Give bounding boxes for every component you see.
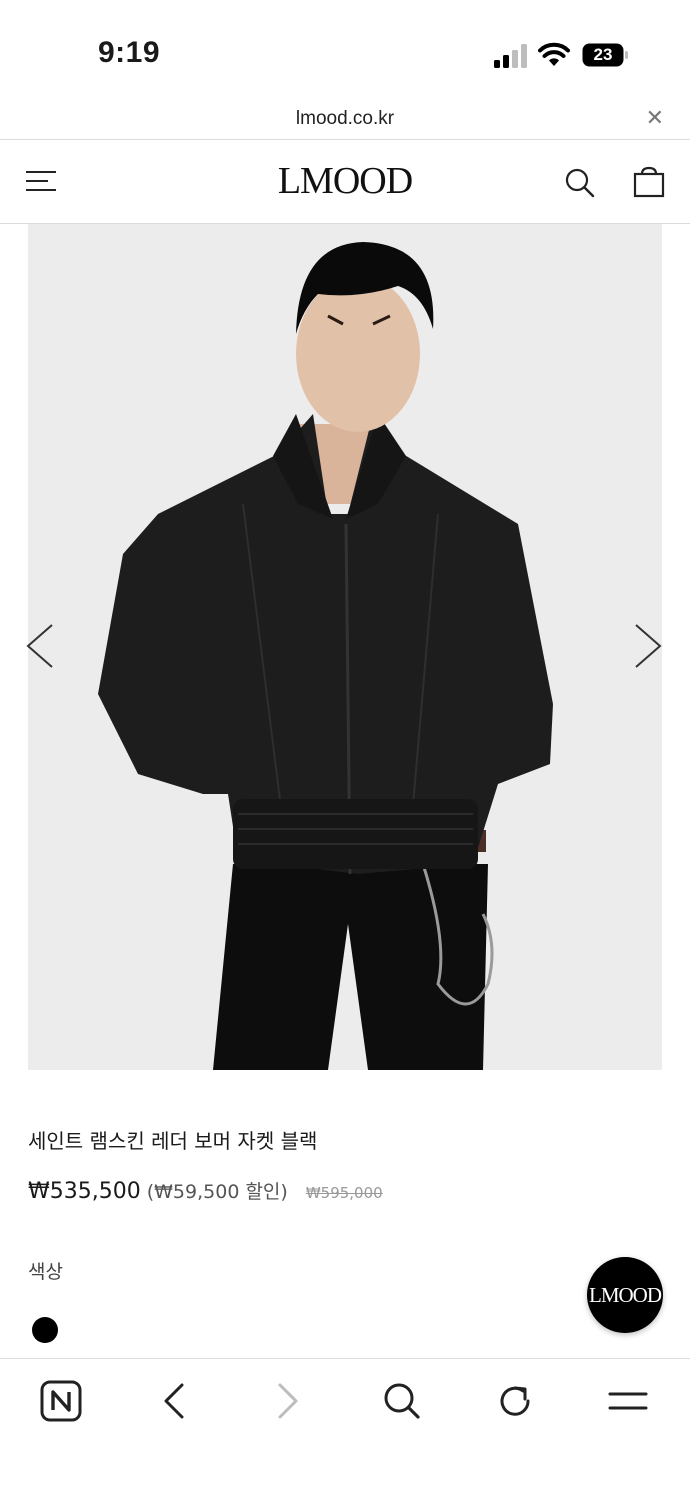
menu-icon[interactable] bbox=[606, 1379, 650, 1423]
price-current: ₩535,500 bbox=[28, 1179, 141, 1204]
battery-icon: 23 bbox=[582, 43, 628, 67]
product-image[interactable] bbox=[28, 224, 662, 1070]
back-icon[interactable] bbox=[152, 1379, 196, 1423]
shopping-bag-icon[interactable] bbox=[632, 165, 666, 199]
close-icon[interactable]: ✕ bbox=[646, 106, 664, 131]
search-icon[interactable] bbox=[564, 167, 596, 199]
status-bar: 9:19 23 bbox=[0, 0, 690, 100]
site-header: LMOOD bbox=[0, 141, 690, 224]
product-photo bbox=[28, 224, 662, 1070]
refresh-icon[interactable] bbox=[493, 1379, 537, 1423]
battery-level: 23 bbox=[593, 45, 613, 64]
forward-icon[interactable] bbox=[266, 1379, 310, 1423]
floating-logo-button[interactable]: LMOOD bbox=[587, 1257, 663, 1333]
chevron-left-icon[interactable] bbox=[22, 622, 58, 670]
search-icon[interactable] bbox=[380, 1379, 424, 1423]
wifi-icon bbox=[538, 42, 570, 66]
color-label: 색상 bbox=[28, 1261, 63, 1283]
url-text[interactable]: lmood.co.kr bbox=[0, 108, 690, 130]
chevron-right-icon[interactable] bbox=[630, 622, 666, 670]
price-discount: (₩59,500 할인) bbox=[146, 1181, 288, 1203]
cellular-signal-icon bbox=[494, 44, 527, 68]
browser-bottom-bar bbox=[0, 1358, 690, 1500]
price-original: ₩595,000 bbox=[305, 1184, 383, 1202]
status-time: 9:19 bbox=[98, 36, 161, 69]
naver-n-icon[interactable] bbox=[39, 1379, 83, 1423]
url-bar[interactable]: lmood.co.kr ✕ bbox=[0, 100, 690, 140]
color-swatch-black[interactable] bbox=[32, 1317, 58, 1343]
price-row: ₩535,500 (₩59,500 할인) ₩595,000 bbox=[28, 1177, 383, 1204]
product-name: 세인트 램스킨 레더 보머 자켓 블랙 bbox=[28, 1129, 318, 1153]
